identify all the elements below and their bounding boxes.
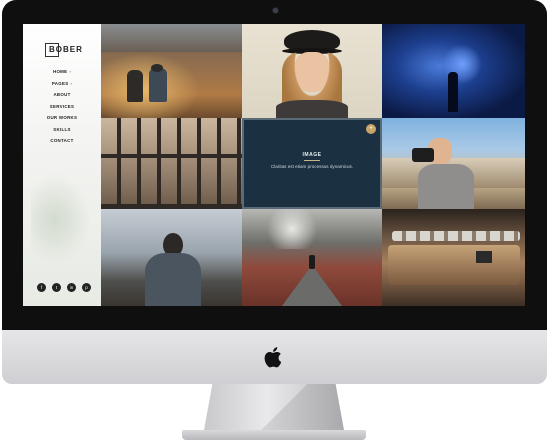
gallery-tile-hikers[interactable] [101, 24, 242, 118]
camera-shape [412, 148, 434, 162]
gallery-tile-portrait[interactable] [242, 24, 382, 118]
nav-label: ABOUT [53, 92, 71, 97]
window-frame [101, 118, 242, 209]
nav-label: PAGES [51, 80, 69, 86]
nav-item-skills[interactable]: SKILLS [23, 124, 101, 136]
pinterest-icon[interactable]: p [82, 283, 91, 292]
hiker-figure [149, 68, 167, 102]
webcam-icon [273, 8, 278, 13]
display-panel [476, 251, 492, 263]
gallery-tile-window-view[interactable] [101, 118, 242, 209]
cups-row [392, 231, 520, 241]
nav-label: SERVICES [49, 103, 75, 109]
monitor-base [182, 430, 366, 440]
overlay-caption: Claritas est etiam processus dynamicus. [270, 164, 354, 169]
social-links: f t in p [37, 283, 97, 293]
hiker-figure [127, 70, 143, 102]
screen: BOBER HOME › PAGES › ABOUT SERVICES OUR WO… [23, 24, 525, 306]
gallery-tile-espresso[interactable] [382, 209, 525, 306]
facebook-icon[interactable]: f [37, 283, 46, 292]
mist [262, 209, 322, 249]
person-silhouette [448, 72, 458, 112]
hat-shape [151, 64, 163, 72]
stand-shadow [204, 384, 344, 430]
linkedin-icon[interactable]: in [67, 283, 76, 292]
nav-item-contact[interactable]: CONTACT [23, 135, 101, 147]
nav-item-about[interactable]: ABOUT [23, 89, 101, 101]
nav-label: HOME [52, 69, 68, 74]
shirt-shape [418, 164, 474, 209]
sidebar: BOBER HOME › PAGES › ABOUT SERVICES OUR WO… [23, 24, 101, 306]
nav-item-our-works[interactable]: OUR WORKS [23, 112, 101, 124]
gallery-tile-photographer[interactable] [382, 118, 525, 209]
logo-text: BOBER [49, 45, 83, 54]
path-shape [282, 269, 342, 306]
plus-icon[interactable]: + [366, 124, 376, 134]
jacket-shape [145, 253, 201, 306]
nav-item-home[interactable]: HOME › [23, 66, 101, 78]
nav-item-pages[interactable]: PAGES › [23, 78, 101, 90]
nav-label: SKILLS [53, 126, 71, 132]
divider [304, 160, 320, 161]
nav-item-services[interactable]: SERVICES [23, 101, 101, 113]
chevron-right-icon: › [69, 69, 71, 74]
window-frame [101, 154, 242, 158]
machine-body [388, 245, 520, 285]
apple-logo-icon [264, 347, 282, 368]
site-logo[interactable]: BOBER [45, 39, 82, 61]
main-nav: HOME › PAGES › ABOUT SERVICES OUR WORKS SK… [23, 66, 101, 147]
gallery-tile-man-mountains[interactable] [101, 209, 242, 306]
walker-silhouette [309, 255, 315, 269]
gallery-tile-blue-night[interactable] [382, 24, 525, 118]
overlay-title: IMAGE [302, 152, 322, 158]
cliff-background [101, 24, 242, 52]
gallery-tile-road[interactable] [242, 209, 382, 306]
gallery-tile-hover[interactable]: + IMAGE Claritas est etiam processus dyn… [242, 118, 382, 209]
shoulders-shape [276, 100, 348, 118]
twitter-icon[interactable]: t [52, 283, 61, 292]
nav-label: OUR WORKS [46, 115, 78, 120]
nav-label: CONTACT [50, 138, 74, 143]
chevron-right-icon: › [70, 80, 73, 86]
